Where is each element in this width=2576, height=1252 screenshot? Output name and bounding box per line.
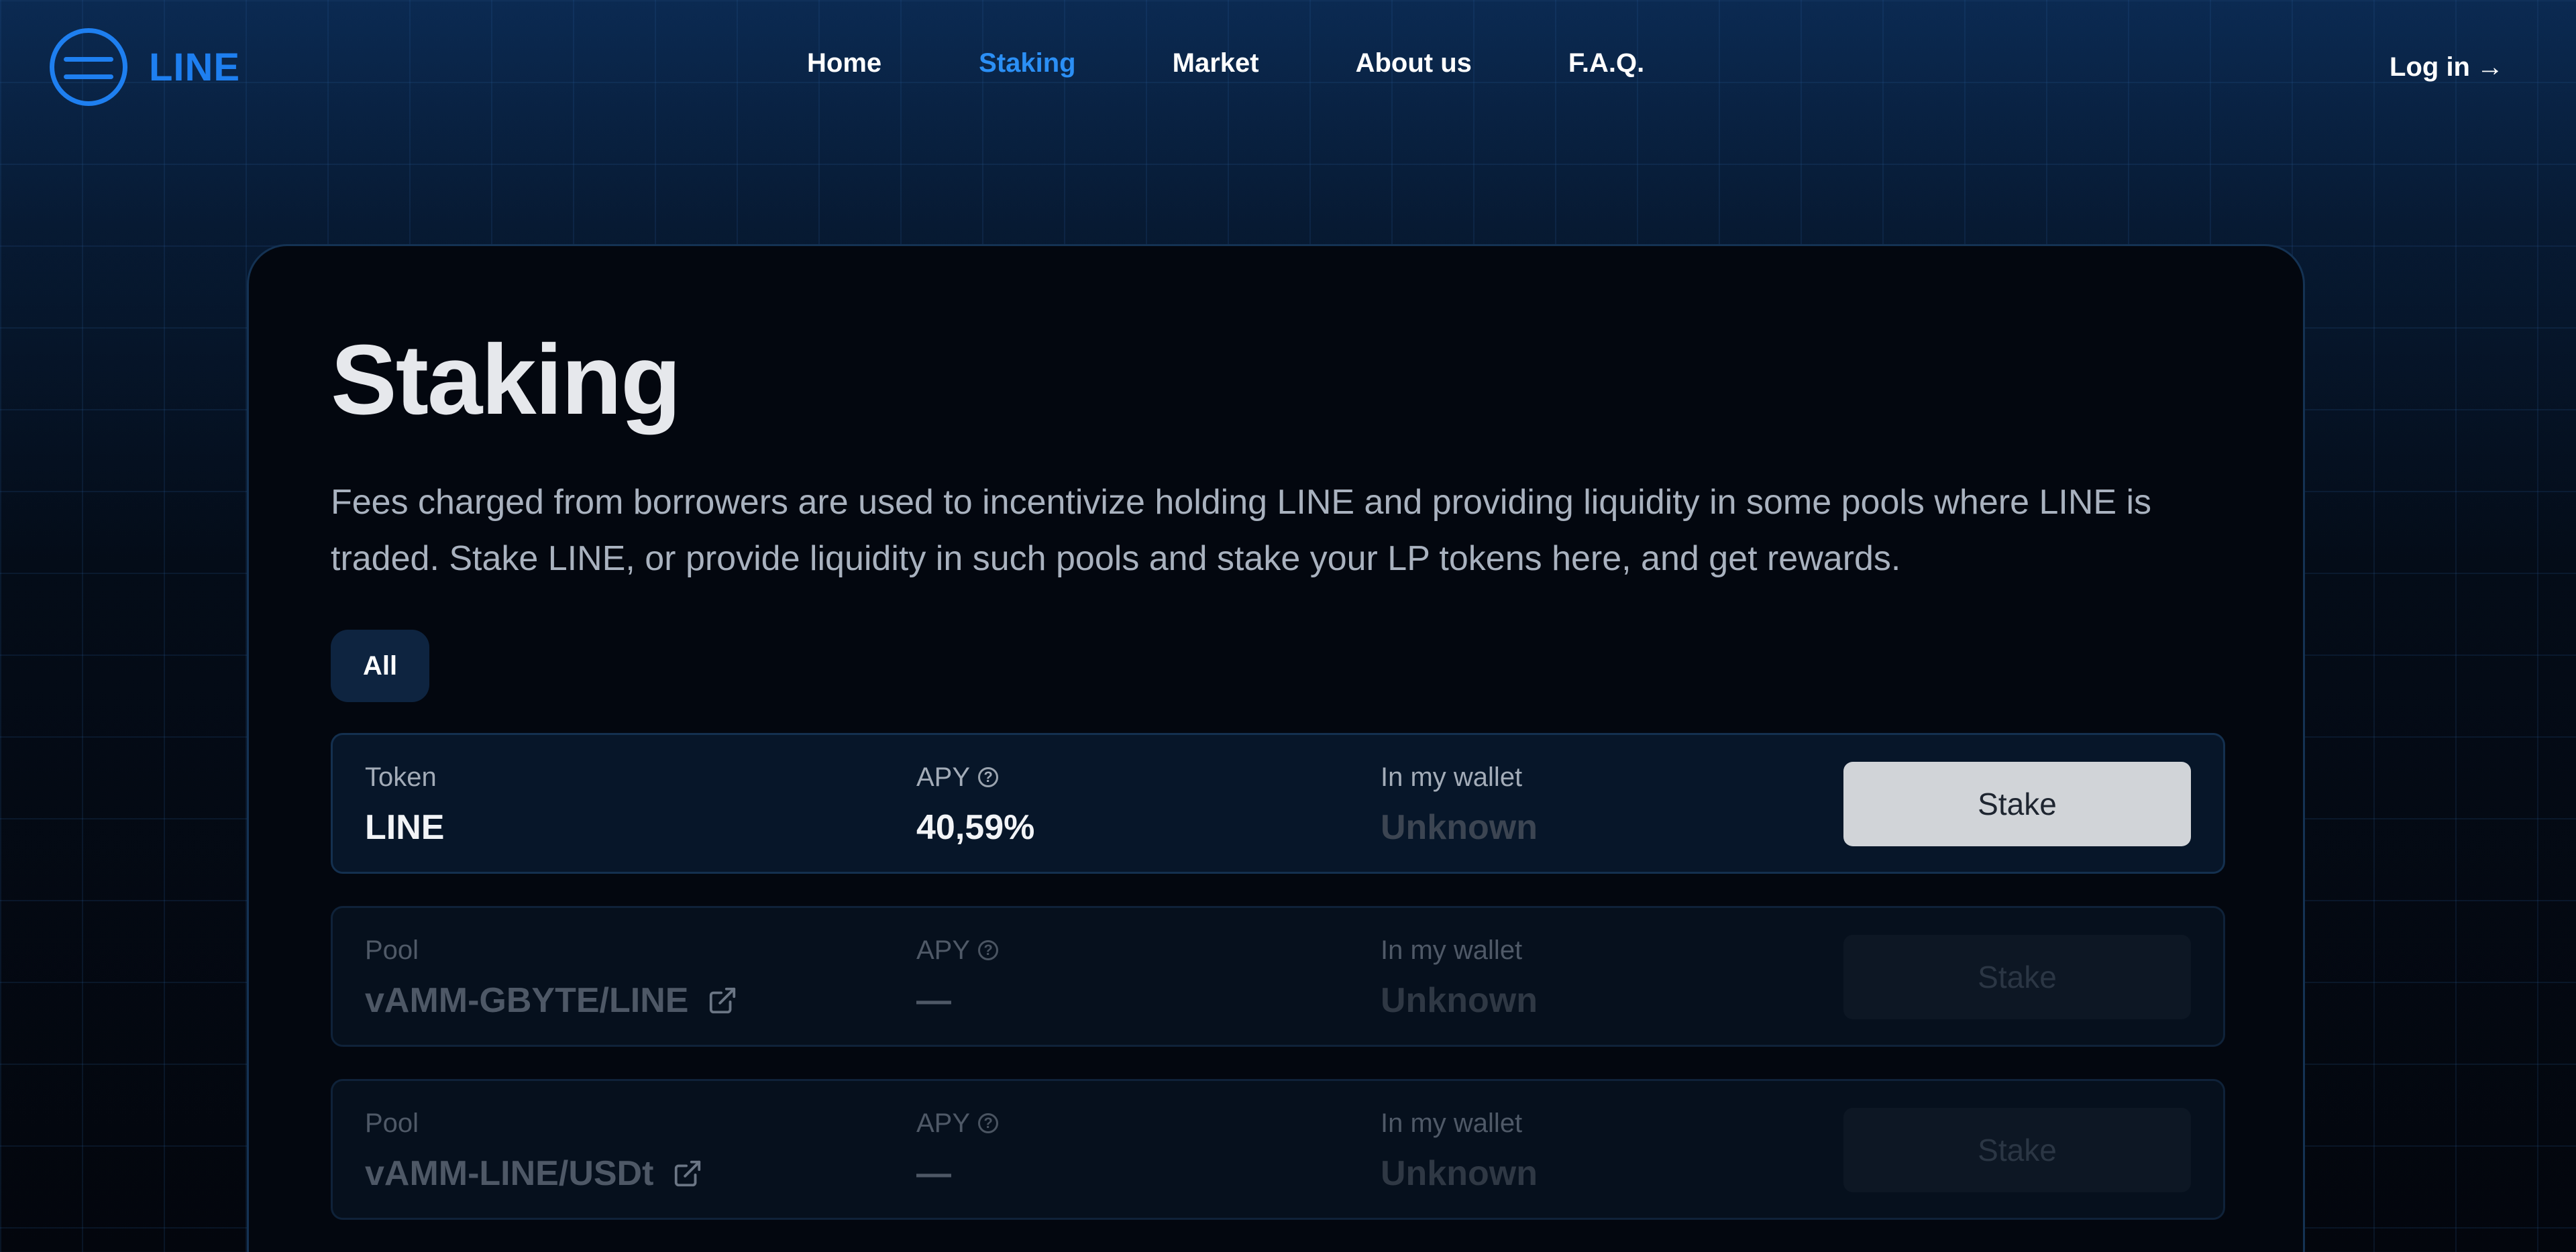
apy-label-text: APY xyxy=(916,1108,971,1138)
nav-home[interactable]: Home xyxy=(807,48,881,78)
apy-value: — xyxy=(916,1154,951,1193)
apy-label: APY ? xyxy=(916,762,1034,793)
staking-row-line: Token LINE APY ? 40,59% In my wallet Unk… xyxy=(331,733,2225,874)
page-description: Fees charged from borrowers are used to … xyxy=(331,483,2152,578)
wallet-column: In my wallet Unknown xyxy=(1381,762,1538,848)
staking-list: Token LINE APY ? 40,59% In my wallet Unk… xyxy=(331,733,2225,1220)
wallet-label: In my wallet xyxy=(1381,1108,1523,1138)
wallet-label: In my wallet xyxy=(1381,935,1523,965)
main-nav: Home Staking Market About us F.A.Q. xyxy=(807,48,1644,78)
apy-column: APY ? — xyxy=(916,1108,999,1194)
external-link-icon[interactable] xyxy=(707,985,738,1016)
stake-button[interactable]: Stake xyxy=(1843,1108,2191,1192)
staking-row-vamm-line-usdt: Pool vAMM-LINE/USDt APY ? — In my wallet… xyxy=(331,1079,2225,1220)
external-link-icon[interactable] xyxy=(672,1158,703,1189)
pool-column: Pool vAMM-GBYTE/LINE xyxy=(365,935,738,1021)
stake-button[interactable]: Stake xyxy=(1843,935,2191,1019)
staking-card: Staking Fees charged from borrowers are … xyxy=(247,244,2305,1252)
apy-column: APY ? 40,59% xyxy=(916,762,1034,848)
apy-value: — xyxy=(916,981,951,1020)
wallet-column: In my wallet Unknown xyxy=(1381,935,1538,1021)
pool-name: vAMM-LINE/USDt xyxy=(365,1153,703,1194)
pool-name-text: vAMM-LINE/USDt xyxy=(365,1154,654,1193)
pool-label: Pool xyxy=(365,1108,419,1138)
login-label: Log in xyxy=(2390,52,2470,82)
nav-staking[interactable]: Staking xyxy=(979,48,1075,78)
filter-all-button[interactable]: All xyxy=(331,630,430,702)
wallet-value: Unknown xyxy=(1381,981,1538,1020)
apy-column: APY ? — xyxy=(916,935,999,1021)
token-column: Token LINE xyxy=(365,762,444,848)
arrow-right-icon: → xyxy=(2477,52,2504,82)
token-name: LINE xyxy=(365,807,444,848)
page-title: Staking xyxy=(331,325,682,435)
apy-value: 40,59% xyxy=(916,808,1035,847)
pool-label: Pool xyxy=(365,935,419,965)
menu-icon[interactable] xyxy=(50,28,127,106)
help-circle-icon[interactable]: ? xyxy=(978,940,999,960)
token-name-text: LINE xyxy=(365,808,445,847)
apy-label-text: APY xyxy=(916,935,971,965)
token-label: Token xyxy=(365,762,437,792)
pool-name-text: vAMM-GBYTE/LINE xyxy=(365,981,689,1020)
nav-about-us[interactable]: About us xyxy=(1356,48,1472,78)
help-circle-icon[interactable]: ? xyxy=(978,767,999,787)
help-circle-icon[interactable]: ? xyxy=(978,1113,999,1133)
pool-column: Pool vAMM-LINE/USDt xyxy=(365,1108,703,1194)
login-button[interactable]: Log in → xyxy=(2390,52,2504,82)
wallet-label: In my wallet xyxy=(1381,762,1523,792)
wallet-column: In my wallet Unknown xyxy=(1381,1108,1538,1194)
pool-name: vAMM-GBYTE/LINE xyxy=(365,980,738,1021)
apy-label-text: APY xyxy=(916,762,971,792)
staking-row-vamm-gbyte-line: Pool vAMM-GBYTE/LINE APY ? — In my walle… xyxy=(331,906,2225,1047)
nav-market[interactable]: Market xyxy=(1173,48,1259,78)
logo[interactable]: LINE xyxy=(50,28,240,106)
logo-text: LINE xyxy=(149,45,241,89)
apy-label: APY ? xyxy=(916,1108,999,1139)
header: LINE Home Staking Market About us F.A.Q.… xyxy=(0,0,2576,137)
nav-faq[interactable]: F.A.Q. xyxy=(1568,48,1644,78)
wallet-value: Unknown xyxy=(1381,808,1538,847)
stake-button[interactable]: Stake xyxy=(1843,762,2191,846)
wallet-value: Unknown xyxy=(1381,1154,1538,1193)
apy-label: APY ? xyxy=(916,935,999,966)
